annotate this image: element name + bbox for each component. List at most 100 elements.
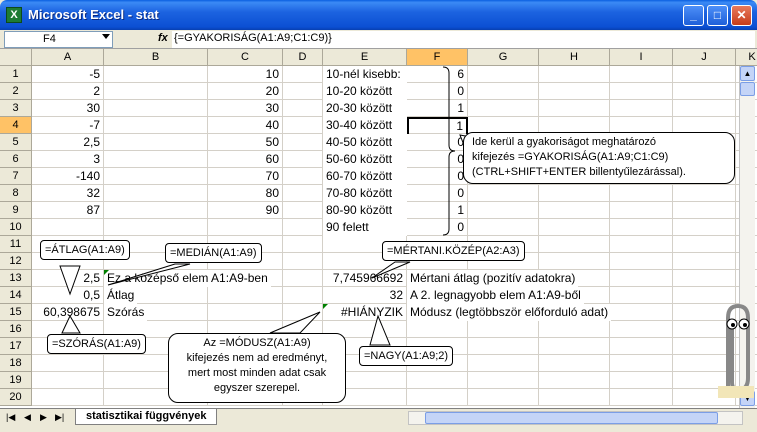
cell-a5[interactable]: 2,5 bbox=[32, 134, 104, 151]
cell-f6[interactable]: 0 bbox=[407, 151, 468, 168]
cell-bg[interactable] bbox=[539, 389, 610, 406]
cell-bg[interactable] bbox=[610, 66, 673, 83]
row-header-4[interactable]: 4 bbox=[0, 117, 32, 134]
cell-bg[interactable] bbox=[208, 304, 283, 321]
cell-c6[interactable]: 60 bbox=[208, 151, 283, 168]
row-header-20[interactable]: 20 bbox=[0, 389, 32, 406]
cell-c2[interactable]: 20 bbox=[208, 83, 283, 100]
cell-bg[interactable] bbox=[104, 83, 208, 100]
cell-c3[interactable]: 30 bbox=[208, 100, 283, 117]
cell-bg[interactable] bbox=[32, 355, 104, 372]
error-indicator-icon[interactable] bbox=[104, 270, 110, 276]
cell-bg[interactable] bbox=[673, 219, 736, 236]
column-header-h[interactable]: H bbox=[539, 49, 610, 66]
cell-a15[interactable]: 60,398675 bbox=[32, 304, 104, 321]
row-header-8[interactable]: 8 bbox=[0, 185, 32, 202]
cell-bg[interactable] bbox=[610, 372, 673, 389]
cell-e2[interactable]: 10-20 között bbox=[323, 83, 407, 100]
row-header-3[interactable]: 3 bbox=[0, 100, 32, 117]
cell-b13[interactable]: Ez a középső elem A1:A9-ben bbox=[104, 270, 271, 287]
cell-f4[interactable]: 1 bbox=[407, 117, 468, 134]
last-sheet-icon[interactable]: ▶| bbox=[55, 412, 64, 423]
cell-bg[interactable] bbox=[673, 236, 736, 253]
cell-bg[interactable] bbox=[539, 185, 610, 202]
cell-bg[interactable] bbox=[468, 83, 539, 100]
row-header-13[interactable]: 13 bbox=[0, 270, 32, 287]
cell-bg[interactable] bbox=[283, 66, 323, 83]
cell-bg[interactable] bbox=[610, 338, 673, 355]
cell-f10[interactable]: 0 bbox=[407, 219, 468, 236]
cell-bg[interactable] bbox=[539, 219, 610, 236]
cell-f8[interactable]: 0 bbox=[407, 185, 468, 202]
cell-bg[interactable] bbox=[468, 66, 539, 83]
column-header-j[interactable]: J bbox=[673, 49, 736, 66]
cell-bg[interactable] bbox=[32, 219, 104, 236]
cell-bg[interactable] bbox=[283, 134, 323, 151]
cell-f15[interactable]: Módusz (legtöbbször előforduló adat) bbox=[407, 304, 612, 321]
column-header-g[interactable]: G bbox=[468, 49, 539, 66]
row-header-7[interactable]: 7 bbox=[0, 168, 32, 185]
scroll-thumb[interactable] bbox=[740, 82, 755, 96]
cell-e3[interactable]: 20-30 között bbox=[323, 100, 407, 117]
cell-bg[interactable] bbox=[283, 117, 323, 134]
cell-f2[interactable]: 0 bbox=[407, 83, 468, 100]
cell-f5[interactable]: 0 bbox=[407, 134, 468, 151]
cell-bg[interactable] bbox=[539, 83, 610, 100]
sheet-tab[interactable]: statisztikai függvények bbox=[75, 409, 218, 425]
row-header-19[interactable]: 19 bbox=[0, 372, 32, 389]
minimize-button[interactable]: _ bbox=[683, 5, 704, 26]
column-header-k[interactable]: K bbox=[736, 49, 757, 66]
cell-a8[interactable]: 32 bbox=[32, 185, 104, 202]
cell-bg[interactable] bbox=[283, 270, 323, 287]
cell-bg[interactable] bbox=[32, 389, 104, 406]
horizontal-scroll-thumb[interactable] bbox=[425, 412, 718, 424]
close-button[interactable]: ✕ bbox=[731, 5, 752, 26]
cell-bg[interactable] bbox=[539, 236, 610, 253]
name-box[interactable]: F4 bbox=[4, 31, 113, 48]
row-header-9[interactable]: 9 bbox=[0, 202, 32, 219]
cell-bg[interactable] bbox=[283, 168, 323, 185]
cell-f9[interactable]: 1 bbox=[407, 202, 468, 219]
cell-b15[interactable]: Szórás bbox=[104, 304, 148, 321]
cell-f3[interactable]: 1 bbox=[407, 100, 468, 117]
cell-bg[interactable] bbox=[283, 151, 323, 168]
cell-bg[interactable] bbox=[468, 338, 539, 355]
cell-bg[interactable] bbox=[539, 253, 610, 270]
cell-bg[interactable] bbox=[610, 270, 673, 287]
cell-a7[interactable]: -140 bbox=[32, 168, 104, 185]
cell-f13[interactable]: Mértani átlag (pozitív adatokra) bbox=[407, 270, 579, 287]
cell-bg[interactable] bbox=[468, 389, 539, 406]
cell-f7[interactable]: 0 bbox=[407, 168, 468, 185]
cell-bg[interactable] bbox=[104, 202, 208, 219]
cell-bg[interactable] bbox=[104, 219, 208, 236]
cell-bg[interactable] bbox=[104, 117, 208, 134]
row-header-14[interactable]: 14 bbox=[0, 287, 32, 304]
cell-e6[interactable]: 50-60 között bbox=[323, 151, 407, 168]
cell-bg[interactable] bbox=[468, 372, 539, 389]
column-header-i[interactable]: I bbox=[610, 49, 673, 66]
first-sheet-icon[interactable]: |◀ bbox=[6, 412, 15, 423]
cell-bg[interactable] bbox=[283, 202, 323, 219]
cell-b14[interactable]: Átlag bbox=[104, 287, 138, 304]
cell-a14[interactable]: 0,5 bbox=[32, 287, 104, 304]
cell-bg[interactable] bbox=[610, 304, 673, 321]
chevron-down-icon[interactable] bbox=[102, 34, 110, 39]
cell-bg[interactable] bbox=[610, 219, 673, 236]
cell-bg[interactable] bbox=[610, 355, 673, 372]
column-header-b[interactable]: B bbox=[104, 49, 208, 66]
cell-bg[interactable] bbox=[208, 219, 283, 236]
cell-f1[interactable]: 6 bbox=[407, 66, 468, 83]
maximize-button[interactable]: □ bbox=[707, 5, 728, 26]
cell-c8[interactable]: 80 bbox=[208, 185, 283, 202]
row-header-18[interactable]: 18 bbox=[0, 355, 32, 372]
cell-a4[interactable]: -7 bbox=[32, 117, 104, 134]
cell-bg[interactable] bbox=[104, 185, 208, 202]
cell-bg[interactable] bbox=[539, 202, 610, 219]
cell-bg[interactable] bbox=[539, 321, 610, 338]
cell-bg[interactable] bbox=[610, 83, 673, 100]
cell-bg[interactable] bbox=[468, 202, 539, 219]
cell-bg[interactable] bbox=[673, 202, 736, 219]
prev-sheet-icon[interactable]: ◀ bbox=[24, 412, 31, 423]
cell-bg[interactable] bbox=[539, 66, 610, 83]
cell-bg[interactable] bbox=[673, 270, 736, 287]
